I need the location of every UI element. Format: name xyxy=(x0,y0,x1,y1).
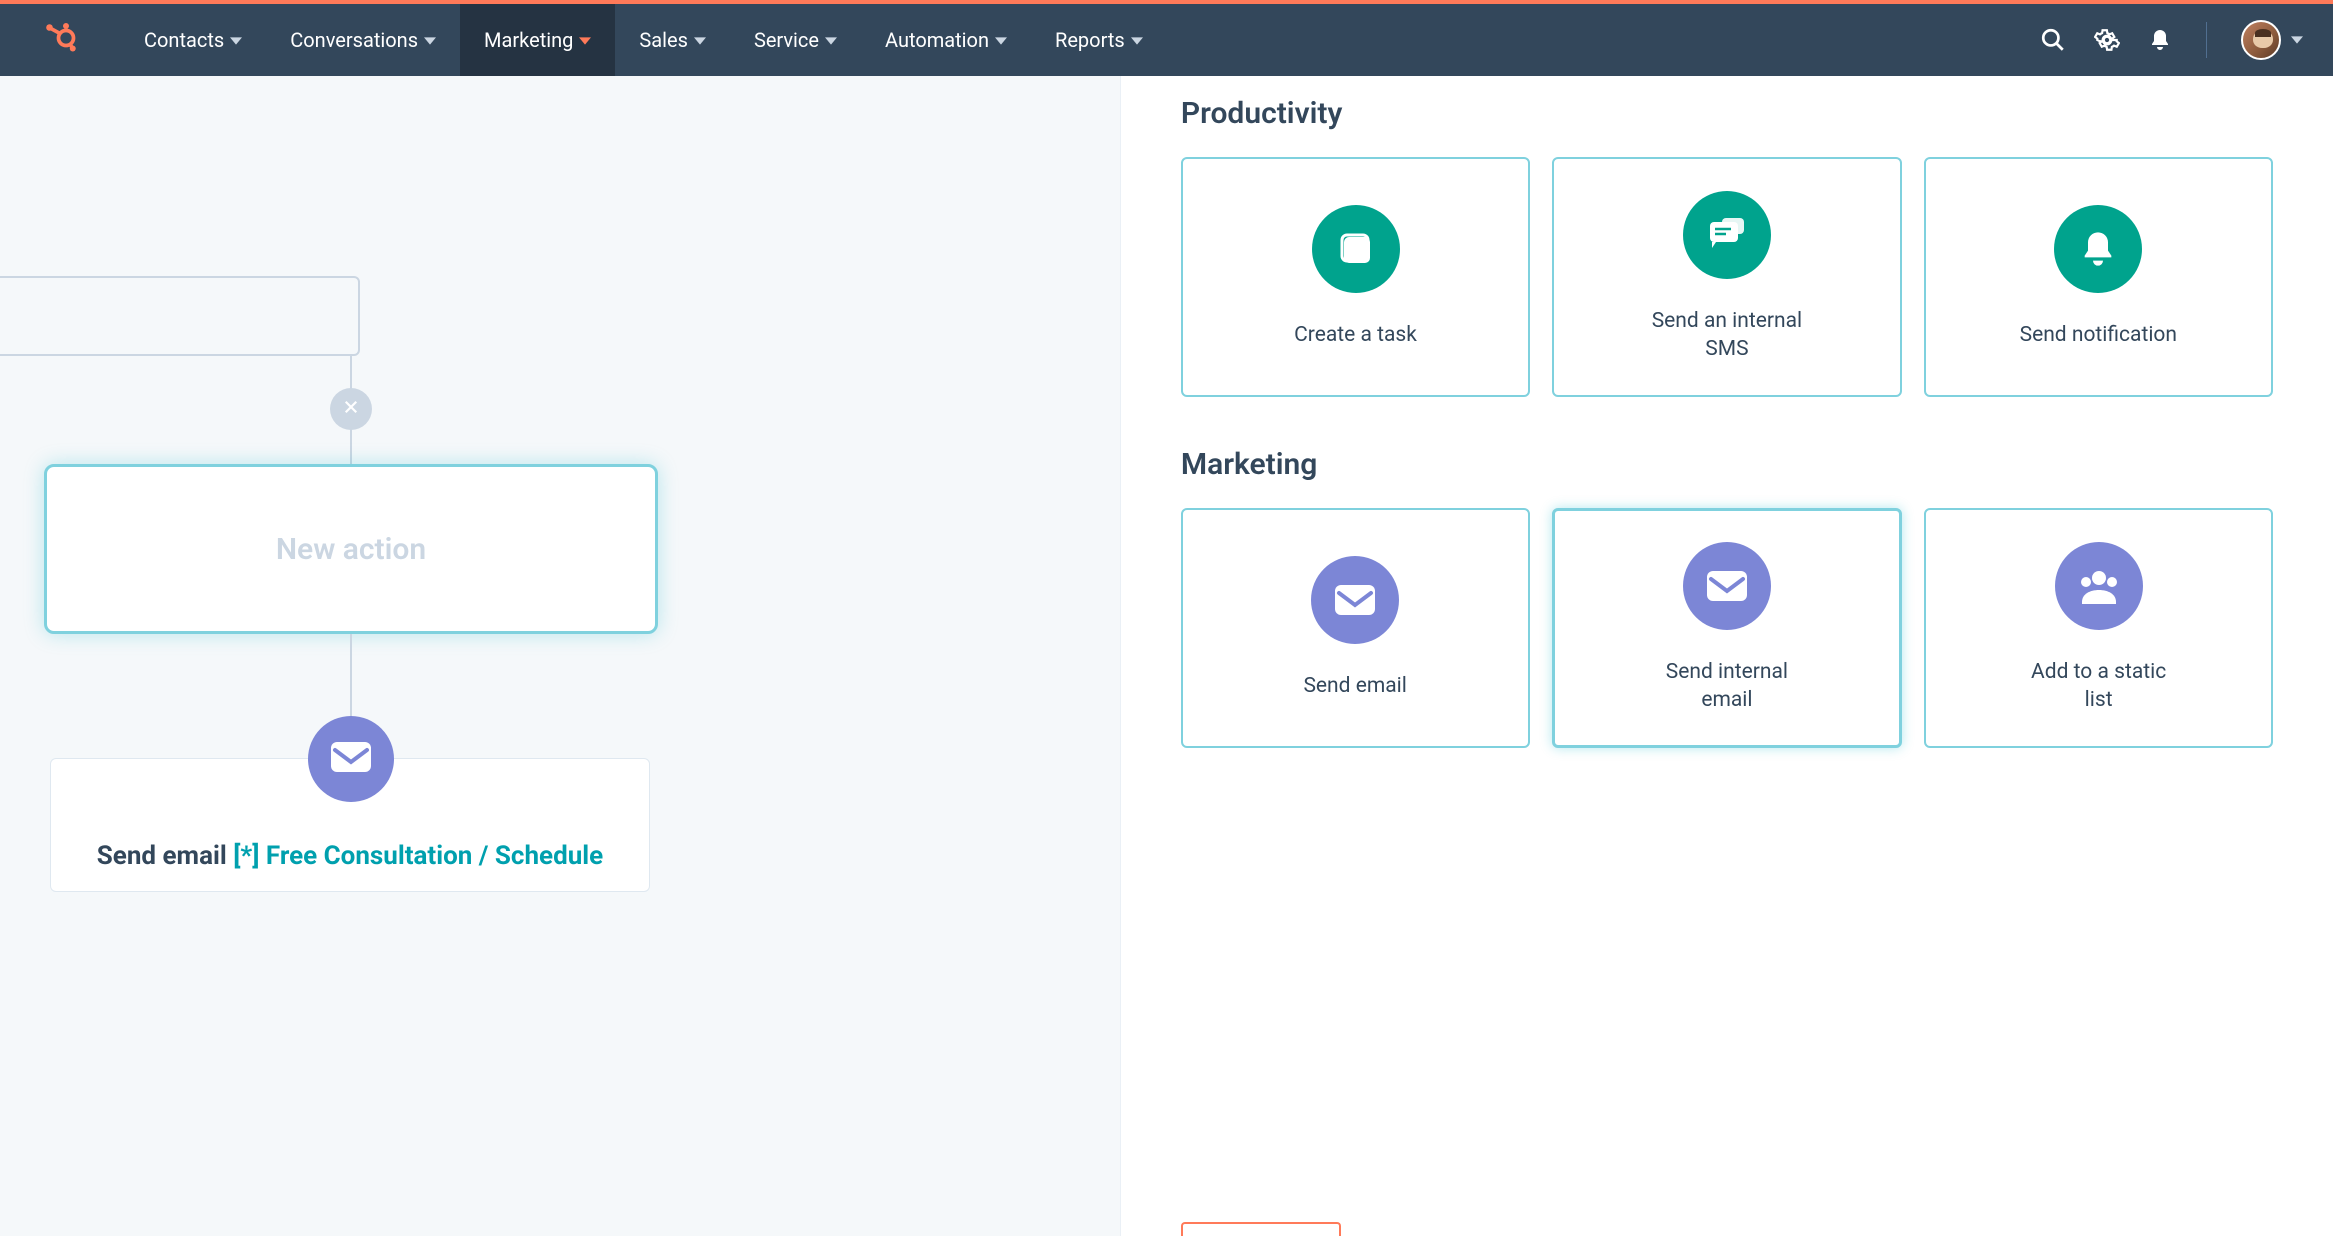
action-card-create-task[interactable]: Create a task xyxy=(1181,157,1530,397)
action-card-label: Send internal email xyxy=(1647,658,1807,715)
main-area: New action Send email [*] Free Consultat… xyxy=(0,76,2333,1236)
email-icon xyxy=(329,740,373,778)
section-title-productivity: Productivity xyxy=(1181,96,2273,131)
nav-label: Conversations xyxy=(290,28,418,52)
chevron-down-icon xyxy=(995,28,1007,52)
action-card-send-internal-email[interactable]: Send internal email xyxy=(1552,508,1903,748)
workflow-previous-step[interactable] xyxy=(0,276,360,356)
nav-right xyxy=(2040,20,2303,60)
action-card-label: Create a task xyxy=(1294,321,1417,349)
nav-item-automation[interactable]: Automation xyxy=(861,4,1031,76)
workflow-canvas[interactable]: New action Send email [*] Free Consultat… xyxy=(0,76,1120,1236)
logo[interactable] xyxy=(0,20,120,60)
panel-footer xyxy=(1181,1222,1341,1236)
nav-item-marketing[interactable]: Marketing xyxy=(460,4,615,76)
chevron-down-icon xyxy=(579,28,591,52)
nav-label: Contacts xyxy=(144,28,224,52)
nav-label: Marketing xyxy=(484,28,573,52)
nav-item-reports[interactable]: Reports xyxy=(1031,4,1167,76)
hubspot-logo-icon xyxy=(42,20,78,60)
marketing-cards: Send email Send internal email xyxy=(1181,508,2273,748)
new-action-label: New action xyxy=(276,532,426,567)
top-nav: Contacts Conversations Marketing Sales S… xyxy=(0,4,2333,76)
chevron-down-icon xyxy=(230,28,242,52)
chevron-down-icon xyxy=(1131,28,1143,52)
nav-divider xyxy=(2206,22,2207,58)
panel-footer-button[interactable] xyxy=(1181,1222,1341,1236)
action-card-label: Send email xyxy=(1303,672,1406,700)
sms-icon xyxy=(1683,191,1771,279)
action-card-send-notification[interactable]: Send notification xyxy=(1924,157,2273,397)
user-avatar xyxy=(2241,20,2281,60)
chevron-down-icon xyxy=(424,28,436,52)
nav-label: Sales xyxy=(639,28,688,52)
productivity-cards: Create a task Send an internal SMS xyxy=(1181,157,2273,397)
action-card-label: Send an internal SMS xyxy=(1647,307,1807,364)
step-title-link[interactable]: [*] Free Consultation / Schedule xyxy=(233,841,603,871)
nav-label: Automation xyxy=(885,28,989,52)
nav-item-contacts[interactable]: Contacts xyxy=(120,4,266,76)
email-icon xyxy=(1311,556,1399,644)
bell-icon xyxy=(2054,205,2142,293)
nav-label: Service xyxy=(754,28,819,52)
people-icon xyxy=(2055,542,2143,630)
nav-item-conversations[interactable]: Conversations xyxy=(266,4,460,76)
action-card-label: Send notification xyxy=(2020,321,2177,349)
task-icon xyxy=(1312,205,1400,293)
settings-gear-icon[interactable] xyxy=(2094,27,2120,53)
close-icon xyxy=(342,398,360,420)
remove-step-button[interactable] xyxy=(330,388,372,430)
search-icon[interactable] xyxy=(2040,27,2066,53)
nav-item-service[interactable]: Service xyxy=(730,4,861,76)
action-card-internal-sms[interactable]: Send an internal SMS xyxy=(1552,157,1901,397)
new-action-placeholder[interactable]: New action xyxy=(44,464,658,634)
step-title-prefix: Send email xyxy=(97,841,233,871)
action-chooser-panel: Productivity Create a task xyxy=(1120,76,2333,1236)
notification-bell-icon[interactable] xyxy=(2148,28,2172,52)
chevron-down-icon xyxy=(825,28,837,52)
chevron-down-icon xyxy=(694,28,706,52)
workflow-step-icon xyxy=(308,716,394,802)
workflow-step-title: Send email [*] Free Consultation / Sched… xyxy=(91,841,609,871)
section-title-marketing: Marketing xyxy=(1181,447,2273,482)
nav-item-sales[interactable]: Sales xyxy=(615,4,730,76)
nav-label: Reports xyxy=(1055,28,1125,52)
account-menu[interactable] xyxy=(2241,20,2303,60)
action-card-add-to-static-list[interactable]: Add to a static list xyxy=(1924,508,2273,748)
chevron-down-icon xyxy=(2291,31,2303,50)
action-card-label: Add to a static list xyxy=(2019,658,2179,715)
nav-items: Contacts Conversations Marketing Sales S… xyxy=(120,4,1167,76)
email-icon xyxy=(1683,542,1771,630)
action-card-send-email[interactable]: Send email xyxy=(1181,508,1530,748)
